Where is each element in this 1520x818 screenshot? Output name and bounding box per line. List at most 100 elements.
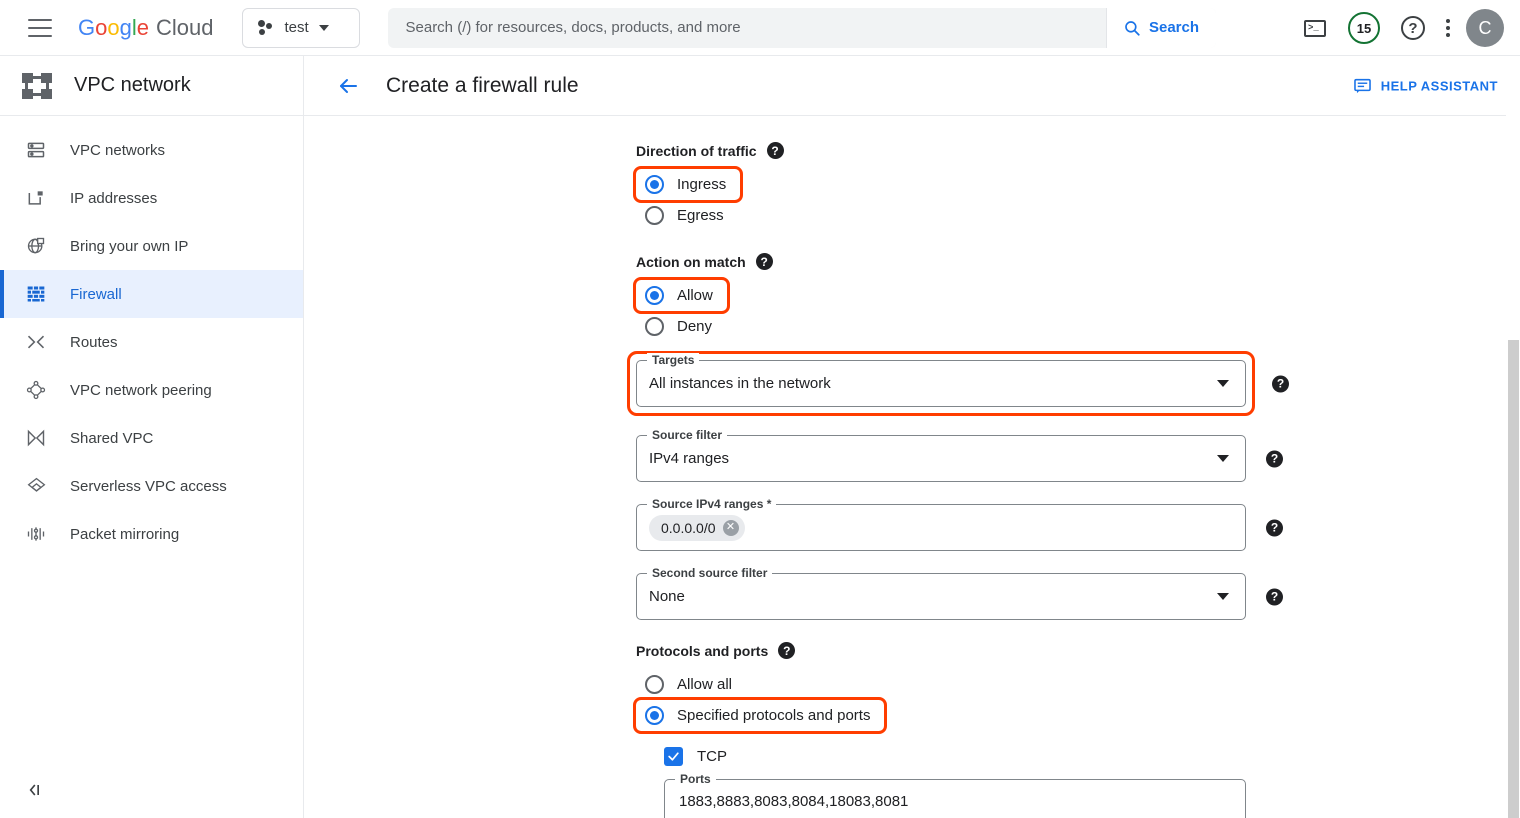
radio-indicator — [645, 175, 664, 194]
protocols-option-allow-all[interactable]: Allow all — [636, 669, 746, 700]
source-filter-value: IPv4 ranges — [649, 450, 730, 467]
checkmark-icon — [664, 746, 683, 766]
serverless-vpc-access-icon — [24, 474, 48, 498]
sidebar-item-firewall[interactable]: Firewall — [0, 270, 303, 318]
chevron-down-icon[interactable] — [1217, 593, 1229, 600]
hamburger-icon[interactable] — [28, 18, 52, 37]
help-icon[interactable]: ? — [1266, 450, 1283, 467]
radio-label: Specified protocols and ports — [677, 707, 871, 724]
targets-legend: Targets — [647, 353, 700, 367]
sidebar-item-shared-vpc[interactable]: Shared VPC — [0, 414, 303, 462]
radio-label: Allow all — [677, 676, 733, 693]
help-assistant-button[interactable]: HELP ASSISTANT — [1353, 76, 1498, 95]
vpc-network-icon — [20, 71, 54, 101]
action-option-allow[interactable]: Allow — [633, 277, 730, 314]
sidebar-title: VPC network — [74, 74, 191, 96]
main-content: Create a firewall rule HELP ASSISTANT Di… — [304, 56, 1520, 818]
radio-indicator — [645, 675, 664, 694]
logo-cloud-word: Cloud — [156, 14, 214, 40]
sidebar-item-bring-your-own-ip[interactable]: Bring your own IP — [0, 222, 303, 270]
ports-value: 1883,8883,8083,8084,18083,8081 — [679, 792, 909, 810]
direction-option-egress[interactable]: Egress — [636, 200, 738, 231]
sidebar-item-label: Shared VPC — [70, 429, 154, 447]
action-option-deny[interactable]: Deny — [636, 311, 726, 342]
topbar-actions: 15 ? C — [1298, 0, 1504, 56]
vpc-networks-icon — [24, 138, 48, 162]
collapse-panel-icon[interactable] — [24, 780, 44, 800]
tcp-ports-input[interactable]: Ports 1883,8883,8083,8084,18083,8081 — [664, 772, 1246, 818]
help-icon[interactable]: ? — [1272, 375, 1289, 392]
global-search[interactable]: Search — [387, 7, 1216, 48]
targets-select[interactable]: Targets All instances in the network — [636, 353, 1246, 407]
firewall-rule-form: Direction of traffic ? Ingress Egress Ac… — [304, 116, 1520, 818]
sidebar-item-label: Routes — [70, 333, 118, 351]
page-header: Create a firewall rule HELP ASSISTANT — [304, 56, 1520, 116]
source-filter-legend: Source filter — [647, 428, 728, 442]
cloud-shell-button[interactable] — [1298, 11, 1332, 45]
scrollbar-thumb[interactable] — [1508, 340, 1519, 818]
chat-bubble-icon — [1353, 78, 1371, 93]
chip-remove-icon[interactable]: ✕ — [722, 519, 739, 536]
source-ipv4-ranges-input[interactable]: Source IPv4 ranges * 0.0.0.0/0 ✕ — [636, 497, 1246, 551]
sidebar-nav: VPC networks IP addresses Bring your own… — [0, 116, 303, 558]
google-cloud-logo[interactable]: Google Cloud — [78, 15, 214, 41]
tcp-checkbox-row[interactable]: TCP — [664, 743, 727, 769]
kebab-menu-icon[interactable] — [1446, 19, 1450, 37]
vpc-network-peering-icon — [24, 378, 48, 402]
bring-your-own-ip-icon — [24, 234, 48, 258]
help-icon[interactable]: ? — [755, 253, 773, 270]
credits-badge[interactable]: 15 — [1348, 12, 1380, 44]
source-filter-select[interactable]: Source filter IPv4 ranges — [636, 428, 1246, 482]
help-icon[interactable]: ? — [1266, 519, 1283, 536]
project-selector[interactable]: test — [241, 7, 360, 48]
sidebar-item-vpc-network-peering[interactable]: VPC network peering — [0, 366, 303, 414]
question-circle-icon: ? — [1401, 16, 1425, 40]
sidebar-item-routes[interactable]: Routes — [0, 318, 303, 366]
action-label-text: Action on match — [636, 253, 746, 270]
sidebar-item-serverless-vpc-access[interactable]: Serverless VPC access — [0, 462, 303, 510]
sidebar-item-packet-mirroring[interactable]: Packet mirroring — [0, 510, 303, 558]
sidebar-item-label: Firewall — [70, 285, 122, 303]
help-icon[interactable]: ? — [1266, 588, 1283, 605]
tcp-label: TCP — [697, 747, 727, 765]
sidebar-item-label: VPC networks — [70, 141, 166, 159]
sidebar-item-ip-addresses[interactable]: IP addresses — [0, 174, 303, 222]
direction-label-text: Direction of traffic — [636, 142, 757, 159]
sidebar-item-label: Packet mirroring — [70, 525, 180, 543]
direction-option-ingress[interactable]: Ingress — [632, 166, 744, 203]
radio-label: Egress — [677, 207, 724, 224]
source-filter-wrapper: Source filter IPv4 ranges ? — [636, 428, 1283, 482]
ip-addresses-icon — [24, 186, 48, 210]
second-source-filter-select[interactable]: Second source filter None — [636, 566, 1246, 620]
ip-range-chip[interactable]: 0.0.0.0/0 ✕ — [649, 514, 745, 541]
help-icon[interactable]: ? — [778, 642, 796, 659]
chevron-down-icon[interactable] — [1217, 380, 1229, 387]
packet-mirroring-icon — [24, 522, 48, 546]
search-button[interactable]: Search — [1105, 7, 1216, 48]
source-ipv4-ranges-legend: Source IPv4 ranges * — [647, 497, 777, 511]
second-source-filter-value: None — [649, 588, 685, 605]
sidebar: VPC network VPC networks IP addresses Br… — [0, 56, 304, 818]
protocols-and-ports-label: Protocols and ports ? — [636, 642, 1520, 659]
sidebar-item-label: Bring your own IP — [70, 237, 189, 255]
help-button[interactable]: ? — [1396, 11, 1430, 45]
search-icon — [1125, 20, 1140, 36]
back-arrow-icon[interactable] — [328, 66, 368, 106]
search-input[interactable] — [387, 19, 1106, 36]
chevron-down-icon[interactable] — [1217, 455, 1229, 462]
top-app-bar: Google Cloud test Search 15 ? C — [0, 0, 1520, 56]
targets-field-wrapper: Targets All instances in the network ? — [627, 351, 1289, 416]
action-on-match-label: Action on match ? — [636, 253, 1520, 270]
second-source-filter-legend: Second source filter — [647, 566, 773, 580]
sidebar-item-vpc-networks[interactable]: VPC networks — [0, 126, 303, 174]
radio-indicator — [645, 706, 664, 725]
second-source-filter-wrapper: Second source filter None ? — [636, 566, 1283, 620]
avatar[interactable]: C — [1466, 9, 1504, 47]
protocols-option-specified[interactable]: Specified protocols and ports — [632, 697, 888, 734]
sidebar-item-label: IP addresses — [70, 189, 158, 207]
sidebar-item-label: Serverless VPC access — [70, 477, 227, 495]
radio-label: Allow — [677, 287, 713, 304]
firewall-icon — [24, 282, 48, 306]
vertical-scrollbar[interactable] — [1506, 56, 1520, 818]
help-icon[interactable]: ? — [766, 142, 784, 159]
